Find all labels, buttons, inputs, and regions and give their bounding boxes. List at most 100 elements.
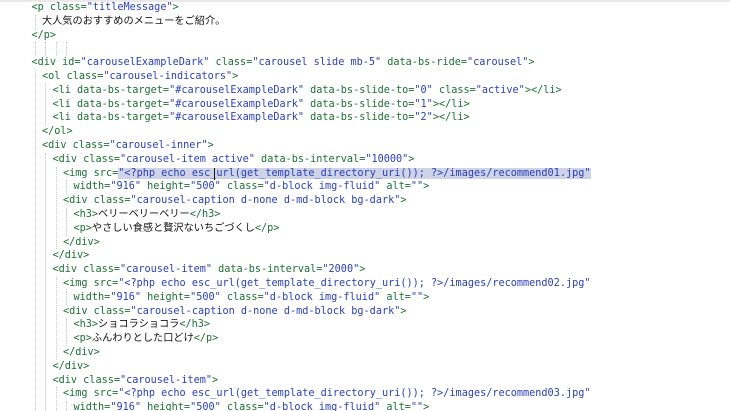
code-token-tag: </div> bbox=[52, 360, 90, 372]
code-line[interactable]: <li data-bs-target="#carouselExampleDark… bbox=[53, 84, 562, 98]
code-token-tag: </div> bbox=[63, 236, 100, 248]
code-token-tag: <h3> bbox=[73, 319, 99, 331]
code-token-str: "916" bbox=[110, 181, 141, 193]
code-token-attr: data-bs-interval= bbox=[254, 153, 366, 165]
code-token-tag: > bbox=[423, 181, 430, 193]
code-token-str: "<?php echo esc_url(get_template_directo… bbox=[118, 167, 591, 179]
code-line[interactable]: <div class="carousel-inner"> bbox=[42, 139, 214, 153]
code-line[interactable]: </p> bbox=[32, 29, 57, 43]
code-token-str: "0" bbox=[414, 84, 433, 96]
code-token-str: "carousel slide mb-5" bbox=[252, 57, 382, 69]
code-token-str: "500" bbox=[190, 402, 221, 411]
code-token-tag: <img bbox=[63, 278, 94, 289]
code-line[interactable]: </div> bbox=[53, 249, 90, 263]
code-token-tag: > bbox=[232, 71, 239, 82]
code-token-attr: data-bs-target= bbox=[77, 112, 170, 124]
code-line[interactable]: width="916" height="500" class="d-block … bbox=[74, 291, 430, 305]
code-token-tag: <img bbox=[63, 167, 94, 179]
code-token-tag: <li bbox=[52, 84, 78, 96]
code-token-tag: <li bbox=[52, 98, 78, 110]
code-token-str: "carousel-caption d-none d-md-block bg-d… bbox=[130, 305, 401, 317]
code-token-attr: width= bbox=[73, 181, 111, 193]
code-token-str: "d-block img-fluid" bbox=[263, 181, 381, 193]
code-token-attr: data-bs-slide-to= bbox=[304, 98, 415, 110]
indent-guide bbox=[55, 277, 57, 360]
code-token-tag: > bbox=[423, 291, 430, 303]
code-line[interactable]: <div class="carousel-item active" data-b… bbox=[53, 153, 415, 167]
code-editor[interactable]: <p class="titleMessage"> 大人気のおすすめのメニューをご紹… bbox=[0, 0, 730, 411]
code-token-tag: <h3> bbox=[73, 209, 99, 220]
code-line[interactable]: <img src="<?php echo esc_url(get_templat… bbox=[63, 277, 591, 291]
code-line[interactable]: <div class="carousel-caption d-none d-md… bbox=[63, 194, 407, 208]
indent-guide bbox=[55, 42, 57, 57]
text-caret bbox=[214, 167, 215, 180]
indent-guide bbox=[66, 318, 67, 346]
code-token-attr: src= bbox=[93, 278, 119, 289]
code-token-tag: > bbox=[172, 2, 179, 13]
code-token-tag: </h3> bbox=[179, 319, 211, 331]
code-token-attr: data-bs-slide-to= bbox=[304, 112, 415, 124]
code-line[interactable]: <h3>ショコラショコラ</h3> bbox=[74, 318, 211, 332]
code-token-attr: class= bbox=[209, 57, 253, 69]
code-line[interactable]: <p>ふんわりとした口どけ</p> bbox=[74, 332, 219, 346]
code-line[interactable]: <li data-bs-target="#carouselExampleDark… bbox=[53, 111, 470, 125]
code-token-str: "carousel-indicators" bbox=[103, 71, 233, 82]
code-token-str: "titleMessage" bbox=[86, 2, 173, 13]
code-line[interactable]: <img src="<?php echo esc_url(get_templat… bbox=[63, 387, 591, 401]
code-token-str: "carousel" bbox=[467, 57, 529, 69]
code-line[interactable]: <div class="carousel-caption d-none d-md… bbox=[63, 305, 407, 319]
code-token-attr: id= bbox=[62, 57, 81, 69]
code-line[interactable]: width="916" height="500" class="d-block … bbox=[74, 401, 430, 411]
code-line[interactable]: </ol> bbox=[42, 125, 73, 139]
code-line[interactable]: <div class="carousel-item"> bbox=[53, 374, 219, 388]
code-line[interactable]: <h3>ベリーベリーベリー</h3> bbox=[74, 208, 221, 222]
code-line[interactable]: </div> bbox=[63, 346, 100, 360]
code-token-tag: > bbox=[359, 264, 366, 276]
code-line[interactable]: <div id="carouselExampleDark" class="car… bbox=[32, 56, 535, 70]
indent-guide bbox=[55, 166, 57, 250]
indent-guide bbox=[66, 180, 67, 195]
code-line[interactable]: <li data-bs-target="#carouselExampleDark… bbox=[53, 98, 470, 112]
indent-guide bbox=[45, 42, 46, 57]
code-token-attr: height= bbox=[140, 402, 191, 411]
code-token-tag: > bbox=[423, 402, 430, 411]
code-token-str: "#carouselExampleDark" bbox=[169, 84, 304, 96]
code-token-attr: data-bs-ride= bbox=[381, 57, 468, 69]
code-token-str: "carousel-item" bbox=[119, 264, 212, 276]
indent-guide bbox=[45, 152, 46, 411]
code-token-text: ショコラショコラ bbox=[98, 319, 180, 331]
code-line[interactable]: </div> bbox=[63, 236, 100, 250]
code-token-attr: class= bbox=[83, 153, 120, 165]
code-token-str: "carousel-item" bbox=[119, 374, 212, 386]
code-line[interactable]: width="916" height="500" class="d-block … bbox=[74, 180, 430, 194]
code-line[interactable]: <img src="<?php echo esc_url(get_templat… bbox=[63, 167, 591, 181]
code-token-str: "carousel-item active" bbox=[119, 153, 255, 165]
code-token-attr: data-bs-slide-to= bbox=[304, 84, 415, 96]
code-line[interactable]: </div> bbox=[53, 360, 90, 374]
code-token-attr: alt= bbox=[380, 181, 411, 193]
code-line[interactable]: 大人気のおすすめのメニューをご紹介。 bbox=[42, 15, 225, 29]
code-token-str: "carousel-inner" bbox=[109, 140, 208, 151]
code-token-str: "d-block img-fluid" bbox=[263, 291, 381, 303]
code-token-tag: <div bbox=[52, 153, 84, 165]
code-line[interactable]: <ol class="carousel-indicators"> bbox=[42, 70, 238, 84]
code-token-tag: </p> bbox=[31, 29, 57, 41]
indent-guide bbox=[45, 83, 46, 126]
code-token-attr: width= bbox=[73, 291, 111, 303]
code-token-tag: > bbox=[400, 305, 407, 317]
code-token-tag: <p bbox=[31, 2, 50, 13]
code-token-str: "" bbox=[410, 291, 424, 303]
code-token-attr: class= bbox=[93, 305, 131, 317]
code-line[interactable]: <p>やさしい食感と贅沢ないちごづくし</p> bbox=[74, 222, 280, 236]
code-token-attr: class= bbox=[83, 374, 120, 386]
code-token-tag: ></li> bbox=[432, 98, 470, 110]
code-token-tag: <li bbox=[52, 112, 78, 124]
code-token-tag: </h3> bbox=[189, 209, 221, 220]
code-line[interactable]: <div class="carousel-item" data-bs-inter… bbox=[53, 263, 366, 277]
code-line[interactable]: <p class="titleMessage"> bbox=[32, 1, 179, 15]
indent-guide bbox=[34, 14, 36, 29]
code-token-tag: <img bbox=[63, 388, 94, 400]
code-token-attr: alt= bbox=[380, 402, 411, 411]
code-token-str: "<?php echo esc_url(get_template_directo… bbox=[118, 388, 591, 400]
code-token-attr: class= bbox=[220, 402, 264, 411]
